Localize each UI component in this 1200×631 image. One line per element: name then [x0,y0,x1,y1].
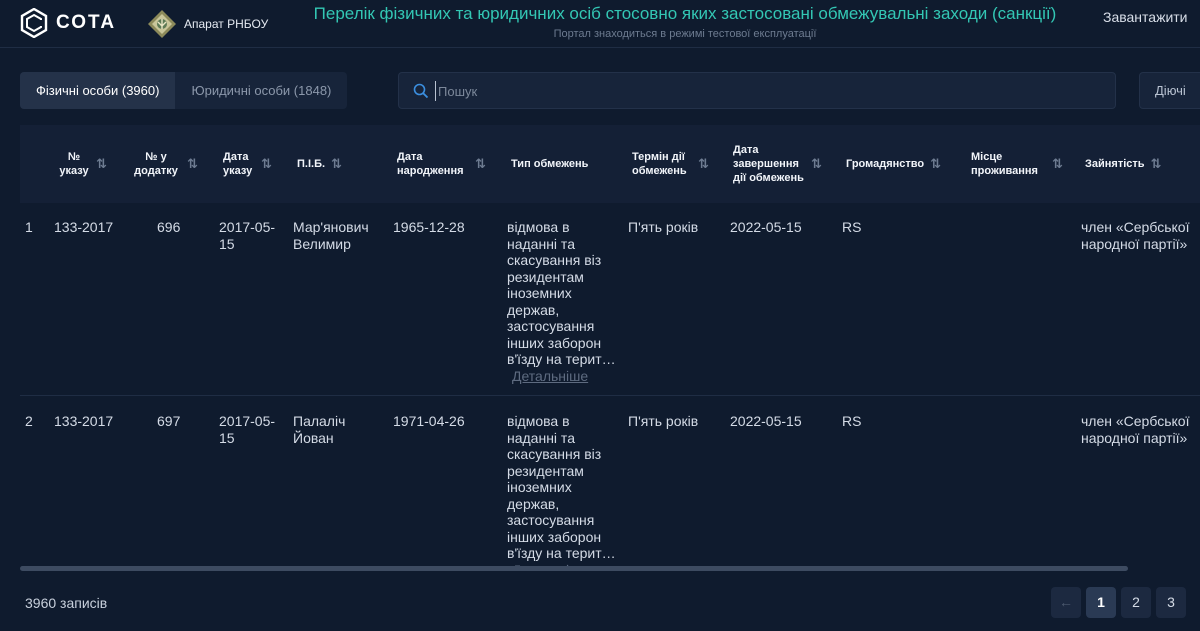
citizenship-cell: RS [842,413,862,429]
page-subtitle: Портал знаходиться в режимі тестової екс… [553,28,817,40]
sort-icon[interactable]: ⇅ [261,157,272,171]
column-header-decree-date[interactable]: Дата указу ⇅ [223,125,285,203]
page-title: Перелік фізичних та юридичних осіб стосо… [313,4,1057,23]
decree-no-cell: 133-2017 [54,219,114,235]
sort-icon[interactable]: ⇅ [331,157,342,171]
sort-icon[interactable]: ⇅ [811,157,822,171]
sort-icon[interactable]: ⇅ [1151,157,1162,171]
birth-date-cell: 1971-04-26 [393,413,465,429]
search-input[interactable] [435,81,1095,101]
column-header-label: Тип обмежень [511,158,589,170]
birth-date-cell: 1965-12-28 [393,219,465,235]
page-button-1[interactable]: 1 [1086,587,1116,618]
row-index: 2 [25,413,33,429]
download-link[interactable]: Завантажити [1103,9,1188,25]
column-header-label: Громадянство [846,158,925,170]
status-filter-button[interactable]: Діючі [1139,72,1200,109]
records-count: 3960 записів [25,595,108,611]
page-button-2[interactable]: 2 [1121,587,1151,618]
sota-logo-icon [20,8,48,38]
search-box [398,72,1116,109]
sort-icon[interactable]: ⇅ [475,157,486,171]
restriction-type-cell: відмова в наданні та скасування віз рези… [507,413,619,570]
end-date-cell: 2022-05-15 [730,219,802,235]
column-header-label: Місце проживання [971,151,1038,177]
rnbo-emblem-icon [148,10,176,38]
appendix-no-cell: 697 [157,413,181,429]
row-index: 1 [25,219,33,235]
column-header-appendix-no[interactable]: № у додатку ⇅ [131,125,211,203]
decree-no-cell: 133-2017 [54,413,114,429]
search-icon [413,83,429,99]
column-header-label: Дата завершення дії обмежень [733,144,804,184]
rnbo-logo[interactable]: Апарат РНБОУ [146,8,268,40]
column-header-residence[interactable]: Місце проживання ⇅ [971,125,1071,203]
column-header-occupation[interactable]: Зайнятість ⇅ [1085,125,1185,203]
details-link[interactable]: Детальніше [512,368,588,384]
column-header-label: Термін дії обмежень [632,151,687,177]
citizenship-cell: RS [842,219,862,235]
pagination: ← 1 2 3 [1051,587,1191,618]
sota-logo[interactable]: СОТА [20,8,116,38]
decree-date-cell: 2017-05-15 [219,219,276,252]
horizontal-scrollbar[interactable] [20,566,1128,571]
term-cell: П'ять років [628,413,699,429]
tab-individuals[interactable]: Фізичні особи (3960) [20,72,176,109]
decree-date-cell: 2017-05-15 [219,413,276,446]
sort-icon[interactable]: ⇅ [96,157,107,171]
full-name-cell: Мар'янович Велимир [293,219,369,252]
column-header-decree-no[interactable]: № указу ⇅ [58,125,120,203]
org-name: Апарат РНБОУ [184,17,269,31]
occupation-cell: член «Сербської народної партії» [1081,413,1190,446]
end-date-cell: 2022-05-15 [730,413,802,429]
column-header-restriction-type: Тип обмежень [511,125,621,203]
restriction-type-text: відмова в наданні та скасування віз рези… [507,219,616,367]
sanctions-table: № указу ⇅ № у додатку ⇅ Дата указу ⇅ П.І… [20,125,1200,570]
occupation-cell: член «Сербської народної партії» [1081,219,1190,252]
page-button-3[interactable]: 3 [1156,587,1186,618]
full-name-cell: Палаліч Йован [293,413,346,446]
table-row[interactable]: 2 133-2017 697 2017-05-15 Палаліч Йован … [20,397,1200,570]
sort-icon[interactable]: ⇅ [187,157,198,171]
column-header-label: П.І.Б. [297,158,326,170]
restriction-type-text: відмова в наданні та скасування віз рези… [507,413,616,561]
column-header-end-date[interactable]: Дата завершення дії обмежень ⇅ [733,125,833,203]
column-header-term[interactable]: Термін дії обмежень ⇅ [632,125,722,203]
column-header-label: Дата народження [397,151,464,177]
tab-legal-entities[interactable]: Юридичні особи (1848) [175,72,347,109]
restriction-type-cell: відмова в наданні та скасування віз рези… [507,219,619,384]
column-header-full-name[interactable]: П.І.Б. ⇅ [297,125,367,203]
table-header: № указу ⇅ № у додатку ⇅ Дата указу ⇅ П.І… [20,125,1200,203]
sort-icon[interactable]: ⇅ [930,157,941,171]
column-header-citizenship[interactable]: Громадянство ⇅ [846,125,956,203]
column-header-birth-date[interactable]: Дата народження ⇅ [397,125,497,203]
column-header-label: Зайнятість [1085,158,1145,170]
column-header-label: № указу [59,151,89,177]
column-header-label: Дата указу [223,151,253,177]
person-type-tabs: Фізичні особи (3960) Юридичні особи (184… [20,72,348,109]
prev-page-button[interactable]: ← [1051,587,1081,618]
table-row[interactable]: 1 133-2017 696 2017-05-15 Мар'янович Вел… [20,203,1200,396]
column-header-label: № у додатку [134,151,178,177]
logo-text: СОТА [56,12,117,33]
top-header: СОТА Апарат РНБОУ Перелік фізичних та юр… [0,0,1200,48]
term-cell: П'ять років [628,219,699,235]
appendix-no-cell: 696 [157,219,181,235]
sort-icon[interactable]: ⇅ [1052,157,1063,171]
sort-icon[interactable]: ⇅ [698,157,709,171]
